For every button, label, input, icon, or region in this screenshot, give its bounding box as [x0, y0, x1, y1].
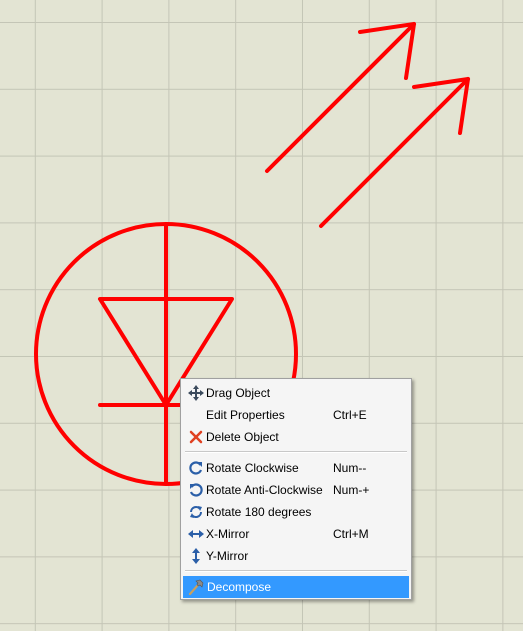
y-mirror-icon [188, 548, 204, 564]
move-arrows-icon [188, 385, 204, 401]
menu-item-edit-properties[interactable]: Edit Properties Ctrl+E [183, 404, 409, 426]
menu-item-shortcut: Num-- [333, 461, 367, 475]
menu-item-label: Drag Object [206, 386, 271, 400]
menu-item-y-mirror[interactable]: Y-Mirror [183, 545, 409, 567]
menu-item-label: Rotate Anti-Clockwise [206, 483, 323, 497]
menu-item-shortcut: Ctrl+E [333, 408, 367, 422]
menu-item-x-mirror[interactable]: X-Mirror Ctrl+M [183, 523, 409, 545]
menu-item-decompose[interactable]: Decompose [183, 576, 409, 598]
menu-item-label: Rotate 180 degrees [206, 505, 312, 519]
menu-item-label: Edit Properties [206, 408, 285, 422]
delete-x-icon [188, 429, 204, 445]
menu-item-drag-object[interactable]: Drag Object [183, 382, 409, 404]
menu-item-label: Rotate Clockwise [206, 461, 299, 475]
rotate-anticlockwise-icon [188, 482, 204, 498]
x-mirror-icon [188, 526, 204, 542]
light-emission-arrows-icon [265, 22, 470, 228]
menu-separator [185, 451, 407, 453]
menu-item-rotate-anticlockwise[interactable]: Rotate Anti-Clockwise Num-+ [183, 479, 409, 501]
menu-item-delete-object[interactable]: Delete Object [183, 426, 409, 448]
menu-separator [185, 570, 407, 572]
hammer-icon [188, 579, 204, 596]
menu-item-rotate-clockwise[interactable]: Rotate Clockwise Num-- [183, 457, 409, 479]
rotate-180-icon [188, 504, 204, 520]
menu-item-rotate-180[interactable]: Rotate 180 degrees [183, 501, 409, 523]
menu-item-shortcut: Num-+ [333, 483, 370, 497]
context-menu: Drag Object Edit Properties Ctrl+E Delet… [180, 378, 412, 600]
menu-item-label: Delete Object [206, 430, 279, 444]
menu-item-label: Decompose [207, 580, 272, 594]
menu-item-shortcut: Ctrl+M [333, 527, 369, 541]
menu-item-label: X-Mirror [206, 527, 250, 541]
rotate-clockwise-icon [188, 460, 204, 476]
menu-item-label: Y-Mirror [206, 549, 249, 563]
